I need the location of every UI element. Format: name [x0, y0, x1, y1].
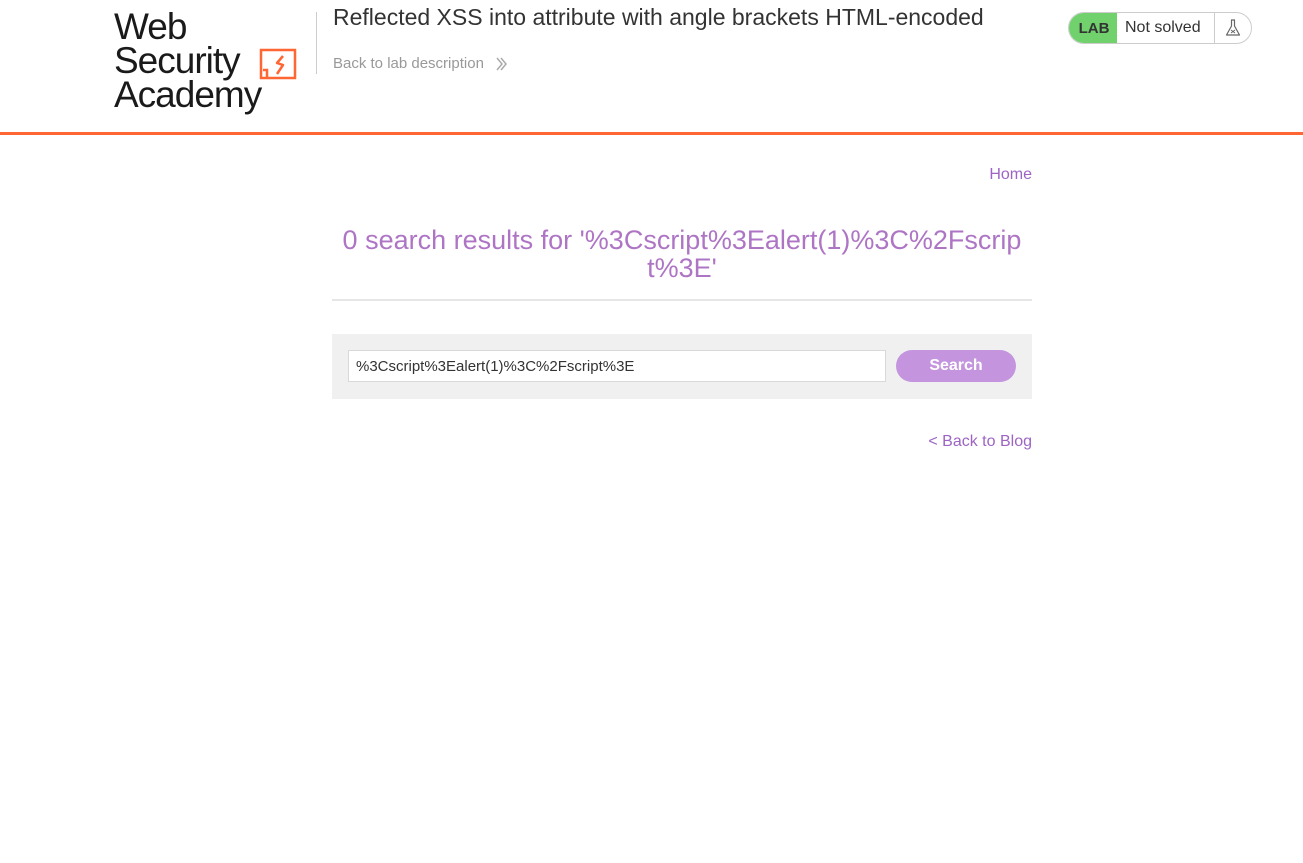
logo-mark-icon	[259, 48, 297, 80]
lab-status-text: Not solved	[1125, 19, 1201, 36]
logo-line2: Academy	[114, 74, 262, 115]
search-form: Search	[332, 334, 1032, 399]
home-link[interactable]: Home	[989, 166, 1032, 184]
flask-icon	[1214, 13, 1251, 43]
back-to-blog-link[interactable]: < Back to Blog	[928, 433, 1032, 451]
search-results-heading: 0 search results for '%3Cscript%3Ealert(…	[342, 225, 1022, 283]
lab-title: Reflected XSS into attribute with angle …	[333, 4, 984, 30]
back-to-lab-description-link[interactable]: Back to lab description	[333, 55, 508, 72]
results-divider	[332, 299, 1032, 301]
header-accent-rule	[0, 132, 1303, 135]
search-button[interactable]: Search	[896, 350, 1016, 382]
lab-badge: LAB	[1069, 13, 1117, 43]
back-link-label: Back to lab description	[333, 55, 484, 72]
lab-header: Web Security Academy Reflected XSS into …	[0, 0, 1303, 132]
double-chevron-right-icon	[496, 57, 507, 70]
web-security-academy-logo[interactable]: Web Security Academy	[114, 8, 314, 113]
search-input[interactable]	[348, 350, 886, 382]
logo-divider	[316, 12, 317, 74]
lab-status-widget: LAB Not solved	[1068, 12, 1252, 44]
